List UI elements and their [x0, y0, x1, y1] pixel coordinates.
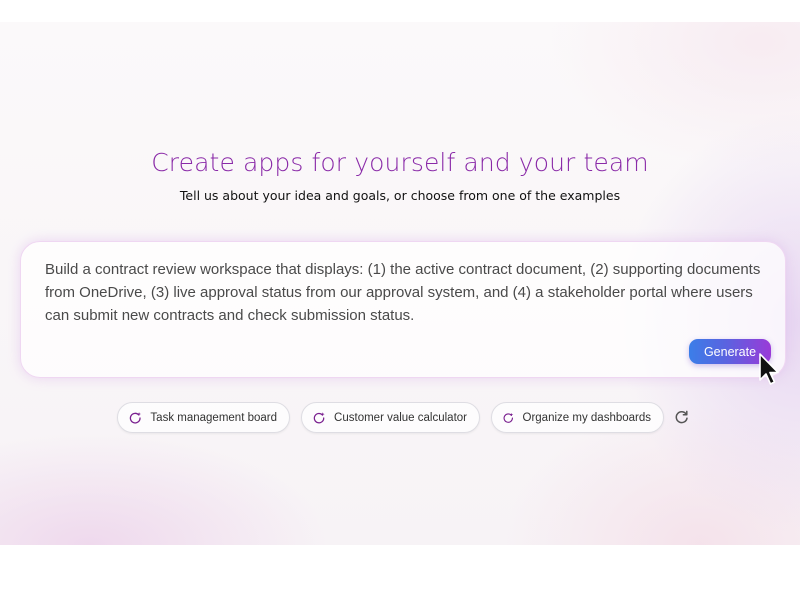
prompt-box[interactable]: Build a contract review workspace that d… — [20, 241, 786, 378]
sparkle-refresh-icon — [129, 411, 141, 424]
example-chip-organize-dashboards[interactable]: Organize my dashboards — [491, 402, 664, 433]
prompt-input[interactable]: Build a contract review workspace that d… — [45, 258, 775, 327]
sparkle-refresh-icon — [313, 411, 325, 423]
example-chip-customer-value[interactable]: Customer value calculator — [301, 402, 480, 433]
example-chip-label: Task management board — [150, 411, 277, 424]
example-chip-label: Organize my dashboards — [522, 411, 651, 424]
page-title: Create apps for yourself and your team — [151, 148, 649, 177]
bottom-band — [0, 545, 800, 600]
mouse-pointer-icon — [759, 353, 779, 385]
sparkle-refresh-icon — [503, 412, 514, 423]
example-chip-label: Customer value calculator — [334, 411, 467, 424]
page-subtitle: Tell us about your idea and goals, or ch… — [179, 188, 621, 203]
example-chip-task-management[interactable]: Task management board — [117, 402, 290, 433]
refresh-icon[interactable] — [674, 410, 689, 425]
top-band — [0, 0, 800, 22]
